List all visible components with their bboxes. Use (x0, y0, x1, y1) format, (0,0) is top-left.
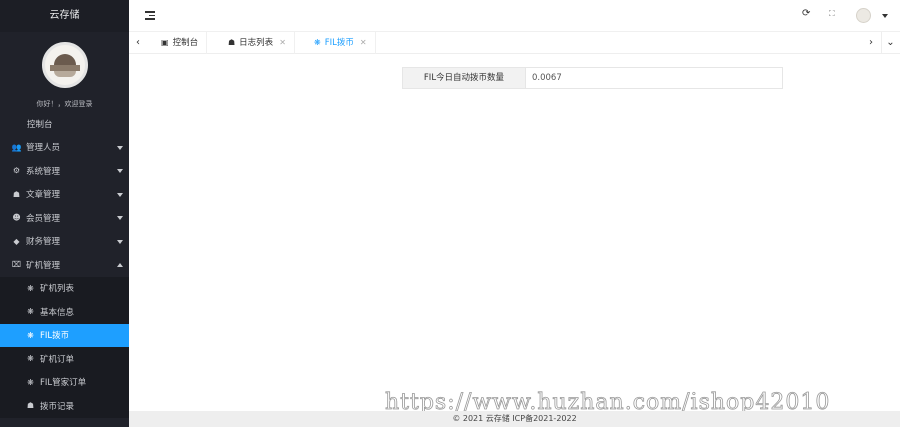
cart-icon: ⌧ (11, 260, 22, 270)
chevron-down-icon (117, 239, 123, 244)
tabs-bar: ‹ ▣ 控制台 ☗ 日志列表 ✕ ❋ FIL拨币 ✕ › ⌄ (129, 32, 900, 54)
sidebar-item-label: 管理人员 (26, 143, 61, 154)
sidebar-subitem-miner-list[interactable]: ❋ 矿机列表 (0, 276, 129, 300)
sidebar-item-label: FIL管家订单 (40, 378, 87, 389)
brand-title: 云存储 (0, 0, 129, 32)
tab-label: 日志列表 (239, 38, 274, 48)
monitor-icon: ▣ (161, 38, 169, 47)
logo-shape (54, 71, 76, 77)
sidebar-item-articles[interactable]: ☗ 文章管理 (0, 183, 129, 207)
chevron-down-icon (117, 145, 123, 150)
sidebar-subitem-fil-steward-orders[interactable]: ❋ FIL管家订单 (0, 370, 129, 394)
sidebar-item-label: FIL拨币 (40, 331, 70, 342)
chevron-down-icon (117, 192, 123, 197)
sidebar-item-label: 矿机订单 (40, 354, 75, 365)
book-icon: ☗ (26, 401, 35, 411)
chevron-down-icon (117, 169, 123, 173)
tab-label: 控制台 (172, 38, 199, 48)
tabs-next-icon[interactable]: › (862, 32, 880, 54)
sidebar-nav: 控制台 👥 管理人员 ⚙ 系统管理 ☗ 文章管理 ☻ 会员管理 ◆ 财务管理 ⌧… (0, 112, 129, 418)
avatar[interactable] (42, 42, 88, 88)
sidebar-item-admins[interactable]: 👥 管理人员 (0, 136, 129, 160)
cube-icon: ❋ (27, 377, 34, 387)
cube-icon: ❋ (27, 330, 34, 340)
fil-daily-value: 0.0067 (532, 73, 562, 83)
logo-shape (54, 54, 76, 65)
fil-daily-label: FIL今日自动拨币数量 (403, 68, 526, 88)
sidebar-item-finance[interactable]: ◆ 财务管理 (0, 230, 129, 254)
tab-dashboard[interactable]: ▣ 控制台 (153, 32, 208, 54)
chevron-down-icon[interactable] (882, 14, 888, 18)
cube-icon: ❋ (27, 283, 34, 293)
top-header: ⟳ ⛶ (129, 0, 900, 32)
cube-icon: ❋ (27, 307, 34, 317)
menu-toggle-icon[interactable] (145, 11, 155, 20)
footer: © 2021 云存储 ICP备2021-2022 (129, 411, 900, 427)
tab-fil-allocation[interactable]: ❋ FIL拨币 ✕ (306, 32, 376, 54)
sidebar-item-system[interactable]: ⚙ 系统管理 (0, 159, 129, 183)
welcome-text: 你好！，欢迎登录 (36, 100, 93, 108)
close-icon[interactable]: ✕ (360, 32, 367, 54)
sidebar-subitem-basic-info[interactable]: ❋ 基本信息 (0, 300, 129, 324)
sidebar-item-dashboard[interactable]: 控制台 (0, 112, 129, 136)
gear-icon: ⚙ (12, 166, 21, 176)
sidebar-item-label: 控制台 (27, 119, 53, 130)
book-icon: ☗ (228, 38, 236, 47)
tabs-prev-icon[interactable]: ‹ (129, 32, 147, 54)
sidebar-item-miners[interactable]: ⌧ 矿机管理 (0, 253, 129, 277)
book-icon: ☗ (12, 189, 21, 199)
tabs-menu-chevron-icon[interactable]: ⌄ (881, 32, 899, 54)
sidebar-item-label: 会员管理 (26, 213, 61, 224)
sidebar-item-label: 矿机管理 (26, 260, 61, 271)
diamond-icon: ◆ (13, 236, 20, 246)
users-icon: 👥 (11, 142, 22, 152)
sidebar-item-members[interactable]: ☻ 会员管理 (0, 206, 129, 230)
sidebar-subitem-allocation-records[interactable]: ☗ 拨币记录 (0, 394, 129, 418)
sidebar: 云存储 你好！，欢迎登录 控制台 👥 管理人员 ⚙ 系统管理 ☗ 文章管理 ☻ (0, 0, 129, 427)
chevron-down-icon (117, 216, 123, 220)
sidebar-item-label: 文章管理 (26, 190, 61, 201)
fullscreen-icon[interactable]: ⛶ (829, 9, 835, 19)
tab-log-list[interactable]: ☗ 日志列表 ✕ (220, 32, 295, 54)
chevron-up-icon (117, 263, 123, 267)
tab-label: FIL拨币 (324, 38, 354, 48)
main-content: FIL今日自动拨币数量 0.0067 (129, 54, 900, 411)
sidebar-subitem-miner-orders[interactable]: ❋ 矿机订单 (0, 347, 129, 371)
sidebar-item-label: 基本信息 (40, 307, 75, 318)
cube-icon: ❋ (27, 354, 34, 364)
refresh-icon[interactable]: ⟳ (802, 8, 810, 19)
user-icon: ☻ (12, 213, 21, 223)
sidebar-item-label: 系统管理 (26, 166, 61, 177)
close-icon[interactable]: ✕ (279, 32, 286, 54)
sidebar-item-label: 拨币记录 (40, 401, 75, 412)
sidebar-subitem-fil-allocation[interactable]: ❋ FIL拨币 (0, 323, 129, 347)
header-avatar[interactable] (856, 8, 871, 23)
sidebar-item-label: 财务管理 (26, 237, 61, 248)
sidebar-item-label: 矿机列表 (40, 284, 75, 295)
fil-info-table: FIL今日自动拨币数量 0.0067 (402, 67, 783, 89)
cube-icon: ❋ (314, 38, 321, 47)
user-block: 你好！，欢迎登录 (0, 32, 129, 112)
